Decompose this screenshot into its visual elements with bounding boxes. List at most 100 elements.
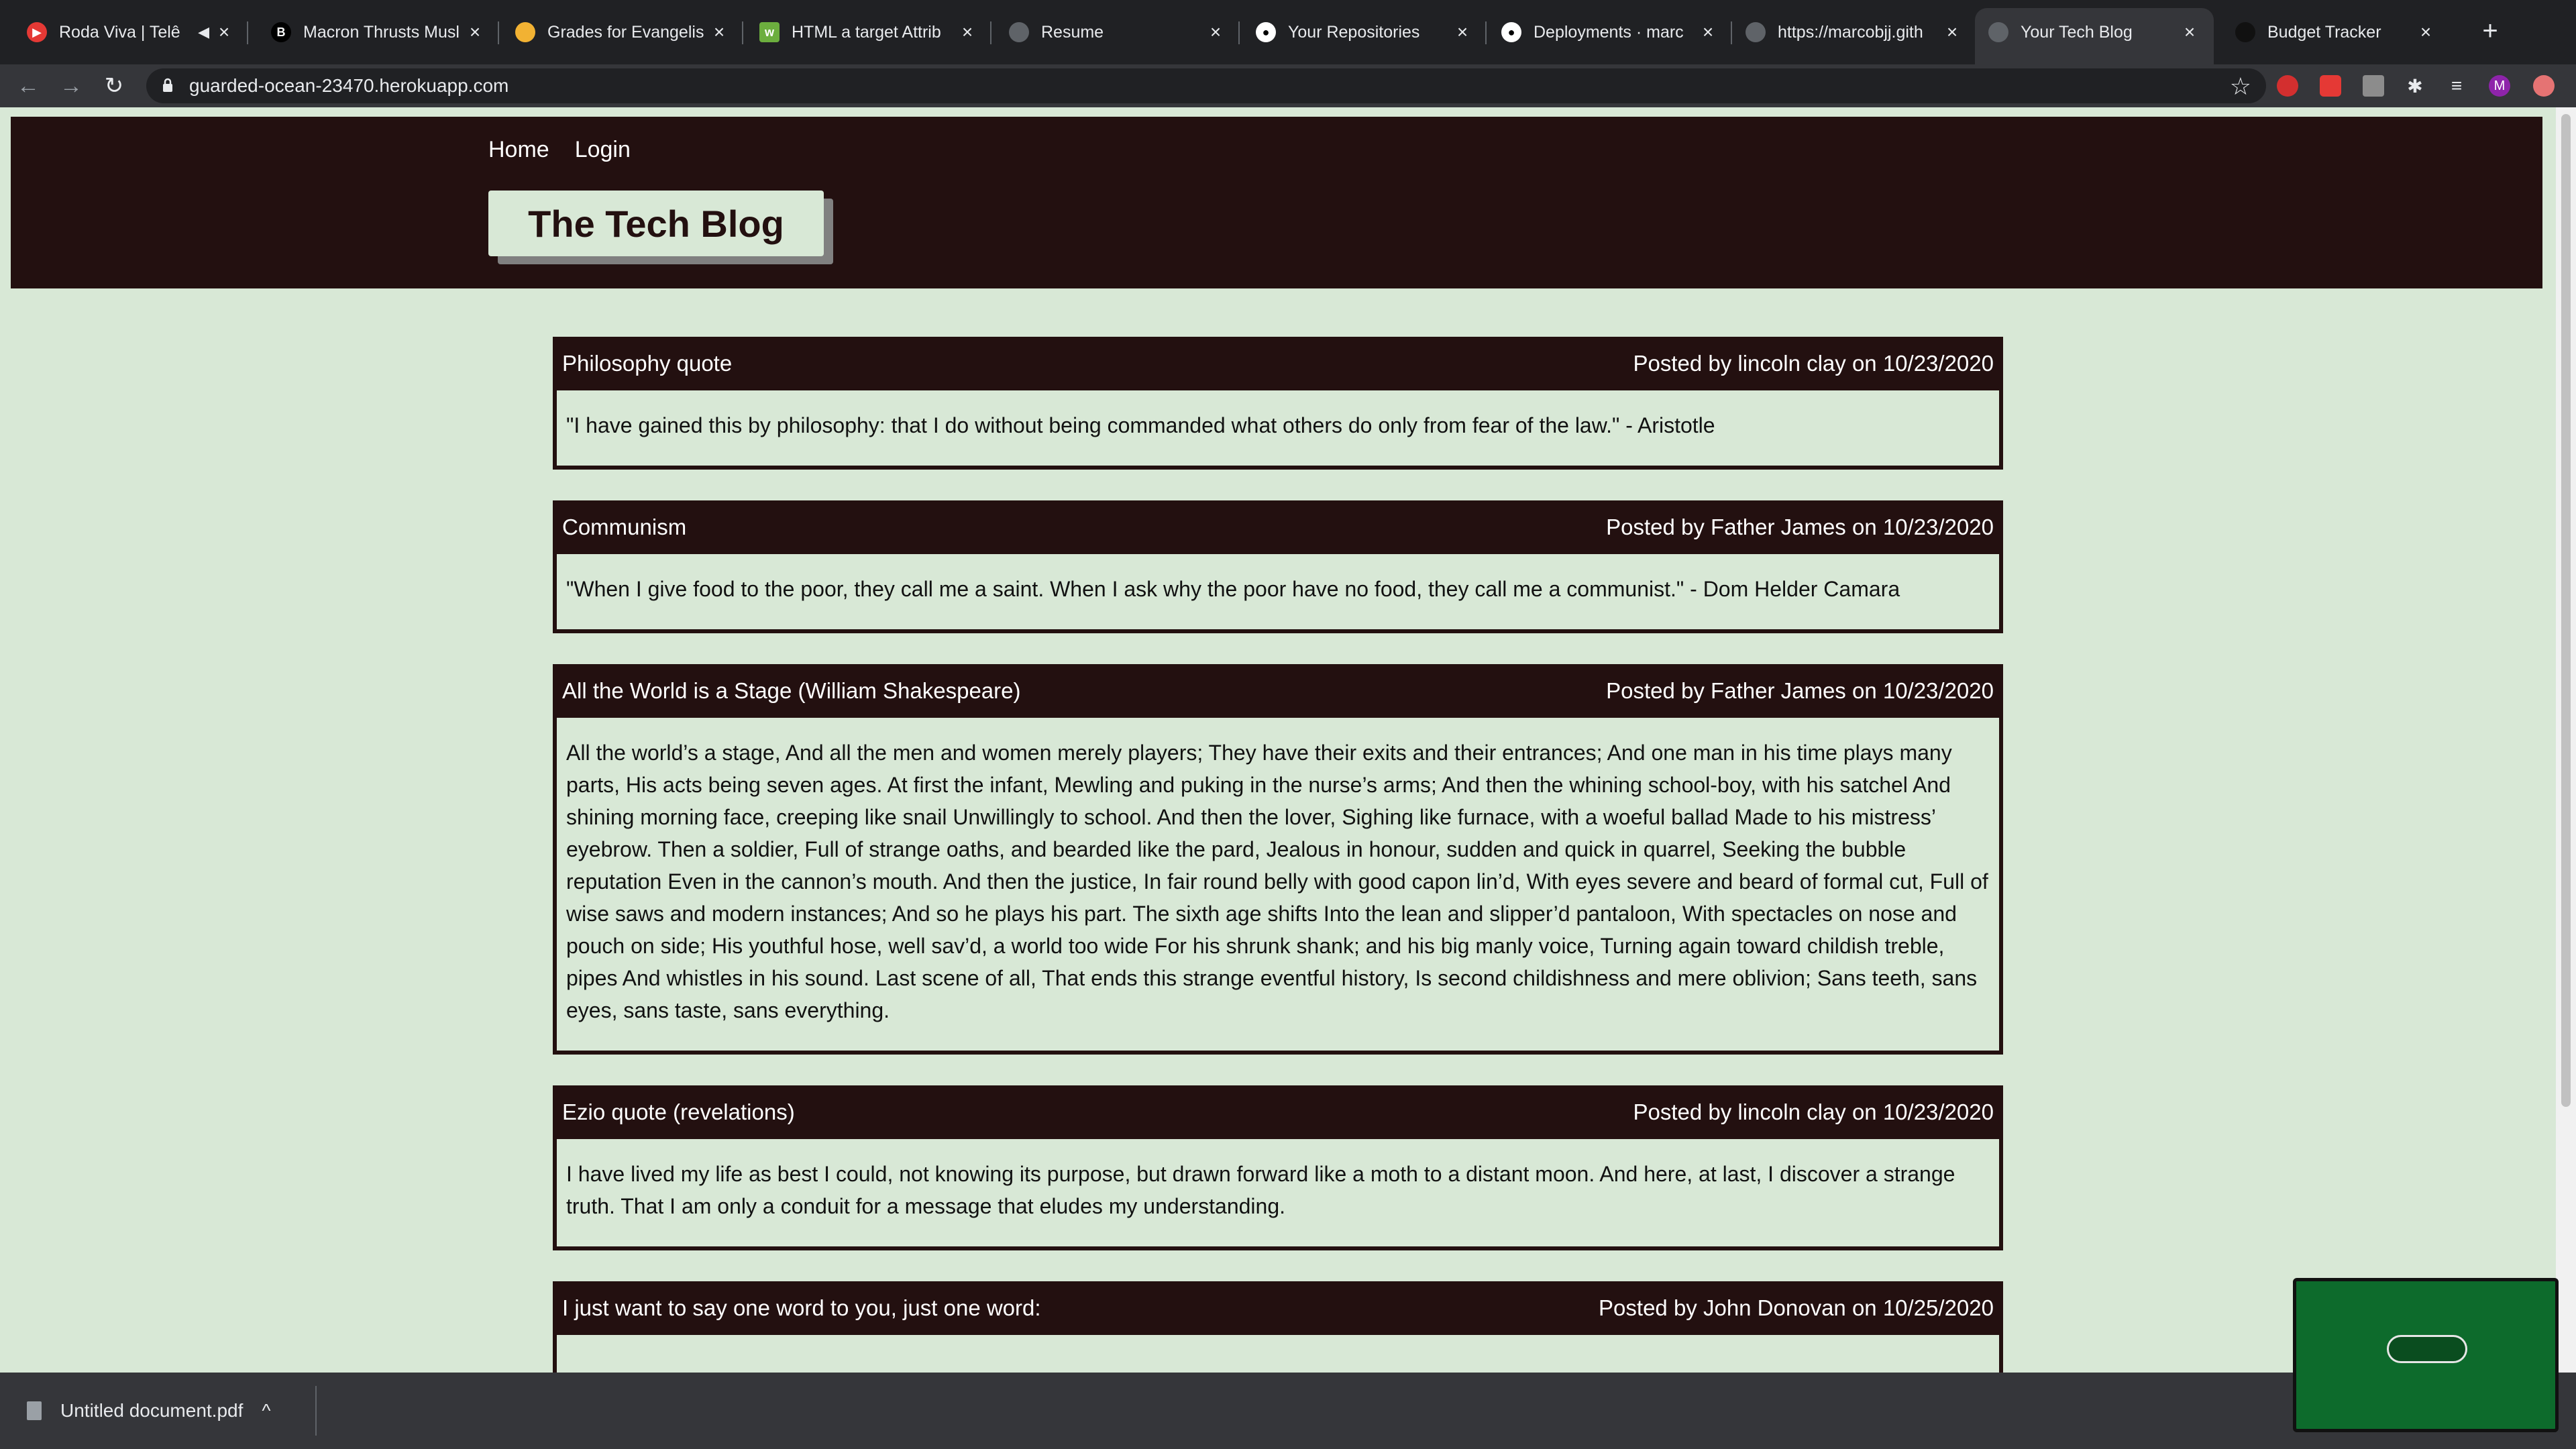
post-card[interactable]: I just want to say one word to you, just… (553, 1281, 2003, 1373)
post-meta: Posted by Father James on 10/23/2020 (1606, 678, 1994, 703)
post-card[interactable]: Philosophy quote Posted by lincoln clay … (553, 337, 2003, 470)
url-text: guarded-ocean-23470.herokuapp.com (189, 75, 509, 96)
scrollbar[interactable] (2556, 107, 2576, 1373)
tab-deployments[interactable]: ● Deployments · marc × (1488, 8, 1732, 56)
close-icon[interactable]: × (2415, 21, 2436, 43)
globe-icon (1988, 22, 2008, 42)
post-title[interactable]: Philosophy quote (562, 351, 732, 376)
post-meta: Posted by lincoln clay on 10/23/2020 (1633, 1099, 1994, 1124)
close-icon[interactable]: × (1452, 21, 1473, 43)
site-title: The Tech Blog (528, 202, 784, 245)
tab-repositories[interactable]: ● Your Repositories × (1242, 8, 1487, 56)
grades-icon (515, 22, 535, 42)
extension-icon[interactable] (2277, 75, 2298, 97)
extension-icon[interactable] (2363, 75, 2384, 97)
new-tab-button[interactable]: + (2475, 17, 2505, 47)
post-card[interactable]: Communism Posted by Father James on 10/2… (553, 500, 2003, 633)
address-bar[interactable]: guarded-ocean-23470.herokuapp.com ☆ (146, 68, 2266, 103)
page-viewport: Home Login The Tech Blog Philosophy quot… (0, 107, 2576, 1373)
nav-login-link[interactable]: Login (575, 137, 631, 163)
w3schools-icon: w (759, 22, 780, 42)
browser-toolbar: ← → ↻ guarded-ocean-23470.herokuapp.com … (0, 64, 2576, 107)
tab-title: Your Repositories (1288, 22, 1420, 42)
puzzle-icon[interactable]: ✱ (2404, 75, 2426, 97)
tab-github-pages[interactable]: https://marcobjj.gith × (1732, 8, 1976, 56)
post-card[interactable]: All the World is a Stage (William Shakes… (553, 664, 2003, 1055)
tab-title: https://marcobjj.gith (1778, 22, 1923, 42)
github-icon: ● (1256, 22, 1276, 42)
github-icon: ● (1501, 22, 1521, 42)
close-icon[interactable]: × (2179, 21, 2200, 43)
tab-separator (990, 21, 991, 44)
tab-title: Roda Viva | Telê (59, 22, 180, 42)
close-icon[interactable]: × (1205, 21, 1226, 43)
post-header: Communism Posted by Father James on 10/2… (557, 504, 1999, 550)
post-meta: Posted by Father James on 10/23/2020 (1606, 515, 1994, 539)
tab-title: Budget Tracker (2267, 22, 2381, 42)
download-item[interactable]: Untitled document.pdf ^ (27, 1387, 271, 1434)
post-meta: Posted by John Donovan on 10/25/2020 (1599, 1295, 1994, 1320)
tab-separator (742, 21, 743, 44)
tab-budget-tracker[interactable]: Budget Tracker × (2222, 8, 2450, 56)
extension-icon[interactable] (2320, 75, 2341, 97)
update-icon[interactable] (2533, 75, 2555, 97)
post-body: All the world’s a stage, And all the men… (557, 714, 1999, 1051)
tab-strip: ▶ Roda Viva | Telê ◀ × B Macron Thrusts … (0, 0, 2576, 64)
post-meta: Posted by lincoln clay on 10/23/2020 (1633, 351, 1994, 376)
site-nav: Home Login (488, 137, 631, 163)
tab-title: Macron Thrusts Musl (303, 22, 460, 42)
close-icon[interactable]: × (1697, 21, 1719, 43)
post-title[interactable]: Ezio quote (revelations) (562, 1099, 795, 1125)
app-icon (2235, 22, 2255, 42)
close-icon[interactable]: × (1941, 21, 1963, 43)
tab-resume[interactable]: Resume × (996, 8, 1240, 56)
tab-grades[interactable]: Grades for Evangelis × (502, 8, 743, 56)
tab-title: Your Tech Blog (2021, 22, 2133, 42)
avatar[interactable]: M (2489, 75, 2510, 97)
post-title[interactable]: Communism (562, 515, 686, 540)
close-icon[interactable]: × (464, 21, 486, 43)
post-body: "I have gained this by philosophy: that … (557, 386, 1999, 466)
tab-separator (247, 21, 248, 44)
post-header: Ezio quote (revelations) Posted by linco… (557, 1089, 1999, 1135)
post-body (557, 1331, 1999, 1373)
forward-arrow-icon[interactable]: → (58, 72, 85, 99)
tab-title: Resume (1041, 22, 1104, 42)
post-header: Philosophy quote Posted by lincoln clay … (557, 341, 1999, 386)
tab-html-target[interactable]: w HTML a target Attrib × (746, 8, 991, 56)
media-control-icon[interactable]: ≡ (2446, 75, 2467, 97)
nav-home-link[interactable]: Home (488, 137, 549, 163)
post-body: "When I give food to the poor, they call… (557, 550, 1999, 629)
youtube-icon: ▶ (27, 22, 47, 42)
tab-your-tech-blog[interactable]: Your Tech Blog × (1975, 8, 2214, 64)
tab-title: Grades for Evangelis (547, 22, 704, 42)
picture-in-picture-window[interactable] (2293, 1278, 2559, 1432)
site-title-box[interactable]: The Tech Blog (488, 191, 824, 256)
post-card[interactable]: Ezio quote (revelations) Posted by linco… (553, 1085, 2003, 1250)
post-title[interactable]: I just want to say one word to you, just… (562, 1295, 1041, 1321)
tab-roda-viva[interactable]: ▶ Roda Viva | Telê ◀ × (13, 8, 248, 56)
post-list: Philosophy quote Posted by lincoln clay … (553, 337, 2003, 1373)
download-filename: Untitled document.pdf (60, 1400, 244, 1421)
tab-separator (1485, 21, 1487, 44)
tab-title: HTML a target Attrib (792, 22, 941, 42)
mute-icon[interactable]: ◀ (198, 23, 209, 41)
back-arrow-icon[interactable]: ← (15, 72, 42, 99)
post-title[interactable]: All the World is a Stage (William Shakes… (562, 678, 1021, 704)
scrollbar-thumb[interactable] (2561, 114, 2571, 1107)
tab-separator (1238, 21, 1240, 44)
close-icon[interactable]: × (213, 21, 235, 43)
bookmark-star-icon[interactable]: ☆ (2230, 72, 2251, 101)
game-preview (2387, 1335, 2467, 1363)
document-icon (27, 1401, 42, 1420)
download-separator (315, 1386, 317, 1436)
chevron-up-icon[interactable]: ^ (262, 1400, 270, 1421)
tab-macron[interactable]: B Macron Thrusts Musl × (258, 8, 499, 56)
lock-icon (163, 78, 172, 92)
close-icon[interactable]: × (708, 21, 730, 43)
tab-separator (498, 21, 499, 44)
reload-icon[interactable]: ↻ (101, 72, 127, 99)
close-icon[interactable]: × (957, 21, 978, 43)
globe-icon (1746, 22, 1766, 42)
tab-title: Deployments · marc (1534, 22, 1684, 42)
